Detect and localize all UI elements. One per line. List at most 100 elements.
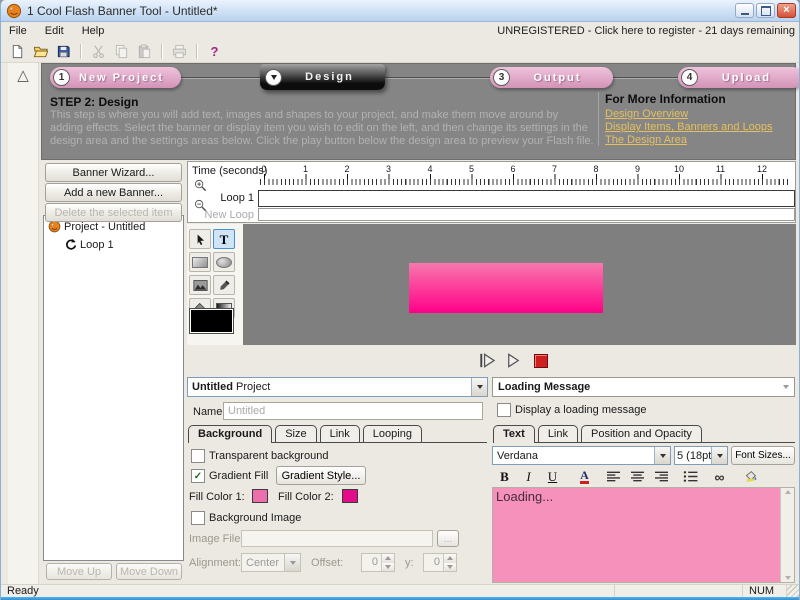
gradient-style-button[interactable]: Gradient Style...	[276, 466, 366, 485]
font-family-dropdown-button[interactable]	[654, 447, 670, 464]
window-controls: ×	[733, 3, 799, 18]
underline-button[interactable]: U	[542, 468, 563, 486]
font-family-combo[interactable]: Verdana	[492, 446, 671, 465]
spin-down-button[interactable]	[382, 562, 394, 571]
align-right-button[interactable]	[651, 468, 672, 486]
menu-help[interactable]: Help	[80, 23, 113, 39]
maximize-button[interactable]	[756, 3, 775, 18]
display-loading-message-checkbox[interactable]	[497, 403, 511, 417]
pointer-tool[interactable]	[189, 229, 211, 249]
menu-edit[interactable]: Edit	[43, 23, 72, 39]
tree-item-loop-1[interactable]: Loop 1	[44, 237, 183, 252]
wizard-step-output[interactable]: 3 Output	[490, 67, 613, 88]
wizard-step-design[interactable]: Design	[260, 64, 385, 90]
alignment-dropdown-button[interactable]	[284, 554, 300, 571]
project-tab-looping[interactable]: Looping	[362, 425, 422, 442]
app-icon	[6, 3, 22, 19]
add-new-banner-button[interactable]: Add a new Banner...	[45, 183, 182, 202]
hyperlink-button[interactable]: ∞	[709, 468, 730, 486]
spin-up-button[interactable]	[382, 554, 394, 563]
italic-button[interactable]: I	[518, 468, 539, 486]
item-selector-combo[interactable]: Untitled Project	[187, 377, 488, 397]
tick-label: 8	[593, 164, 599, 174]
text-tool[interactable]: T	[213, 229, 235, 249]
offset-y-value: 0	[433, 556, 440, 568]
registration-notice[interactable]: UNREGISTERED - Click here to register - …	[497, 25, 795, 37]
stop-button[interactable]	[529, 350, 552, 372]
design-canvas[interactable]	[243, 224, 796, 345]
bullet-list-button[interactable]	[680, 468, 701, 486]
save-button[interactable]	[52, 41, 75, 61]
timeline-row-new-loop[interactable]	[258, 208, 795, 221]
move-down-button[interactable]: Move Down	[116, 563, 182, 580]
offset-y-spinner[interactable]: 0	[423, 553, 457, 572]
font-sizes-button[interactable]: Font Sizes...	[731, 446, 795, 465]
spin-up-button[interactable]	[444, 554, 456, 563]
alignment-combo[interactable]: Center	[241, 553, 301, 572]
print-printer-icon	[172, 44, 187, 59]
title-bar[interactable]: 1 Cool Flash Banner Tool - Untitled* ×	[1, 0, 799, 22]
wizard-step-upload[interactable]: 4 Upload	[678, 67, 799, 88]
project-tab-background[interactable]: Background	[188, 425, 273, 443]
ruler-tick-labels: 0 1 2 3 4 5 6 7 8 9 10 11 12	[261, 164, 769, 174]
eyedropper-tool[interactable]	[213, 275, 235, 295]
project-tab-link[interactable]: Link	[319, 425, 360, 442]
gradient-fill-checkbox[interactable]	[191, 469, 205, 483]
align-left-button[interactable]	[603, 468, 624, 486]
play-button[interactable]	[502, 350, 525, 372]
loading-message-preview[interactable]: Loading...	[492, 487, 795, 583]
image-file-input[interactable]	[241, 530, 433, 547]
fill-color-1-swatch[interactable]	[252, 489, 268, 503]
menu-file[interactable]: File	[7, 23, 35, 39]
banner-preview[interactable]	[409, 263, 603, 313]
current-color-swatch[interactable]	[189, 308, 234, 334]
minimize-button[interactable]	[735, 3, 754, 18]
wizard-step-new-project[interactable]: 1 New Project	[50, 67, 181, 88]
rectangle-tool[interactable]	[189, 252, 211, 272]
name-input[interactable]	[223, 402, 483, 420]
open-button[interactable]	[29, 41, 52, 61]
background-image-checkbox[interactable]	[191, 511, 205, 525]
collapse-strip[interactable]: △	[8, 63, 39, 584]
loading-tab-link[interactable]: Link	[537, 425, 578, 442]
image-tool[interactable]	[189, 275, 211, 295]
item-selector-dropdown-button[interactable]	[471, 378, 487, 396]
font-color-button[interactable]: A	[574, 468, 595, 486]
fill-color-2-swatch[interactable]	[342, 489, 358, 503]
info-link-display-items-banners-and-loops[interactable]: Display Items, Banners and Loops	[605, 121, 797, 133]
browse-button[interactable]: ...	[437, 530, 459, 547]
offset-x-spinner[interactable]: 0	[361, 553, 395, 572]
project-tree[interactable]: Project - Untitled Loop 1	[43, 215, 184, 561]
preview-scrollbar[interactable]	[780, 488, 794, 582]
timeline-row-loop-1[interactable]	[258, 190, 795, 207]
align-center-button[interactable]	[627, 468, 648, 486]
loading-message-header[interactable]: Loading Message	[492, 377, 795, 397]
highlight-color-button[interactable]	[740, 468, 761, 486]
info-link-the-design-area[interactable]: The Design Area	[605, 134, 797, 146]
project-tab-size[interactable]: Size	[275, 425, 317, 442]
font-size-dropdown-button[interactable]	[711, 447, 727, 464]
chevron-down-icon	[289, 560, 296, 565]
loading-tab-text[interactable]: Text	[493, 425, 535, 443]
font-size-combo[interactable]: 5 (18pt)	[674, 446, 728, 465]
bold-button[interactable]: B	[494, 468, 515, 486]
ellipse-tool[interactable]	[213, 252, 235, 272]
close-button[interactable]: ×	[777, 3, 796, 18]
resize-grip[interactable]	[787, 585, 799, 597]
paste-button	[133, 41, 156, 61]
loading-tab-position-and-opacity[interactable]: Position and Opacity	[581, 425, 702, 442]
transparent-background-checkbox[interactable]	[191, 449, 205, 463]
play-from-start-button[interactable]	[475, 350, 498, 372]
banner-wizard-button[interactable]: Banner Wizard...	[45, 163, 182, 182]
menu-items: File Edit Help	[7, 23, 120, 39]
help-button[interactable]: ?	[203, 41, 226, 61]
spin-down-button[interactable]	[444, 562, 456, 571]
step-number: 1	[53, 69, 70, 86]
move-up-button[interactable]: Move Up	[46, 563, 112, 580]
info-link-design-overview[interactable]: Design Overview	[605, 108, 797, 120]
print-button	[168, 41, 191, 61]
preview-text[interactable]: Loading...	[493, 488, 780, 582]
new-button[interactable]	[6, 41, 29, 61]
collapse-triangle-icon[interactable]: △	[8, 66, 38, 84]
step-label: Upload	[721, 71, 772, 84]
